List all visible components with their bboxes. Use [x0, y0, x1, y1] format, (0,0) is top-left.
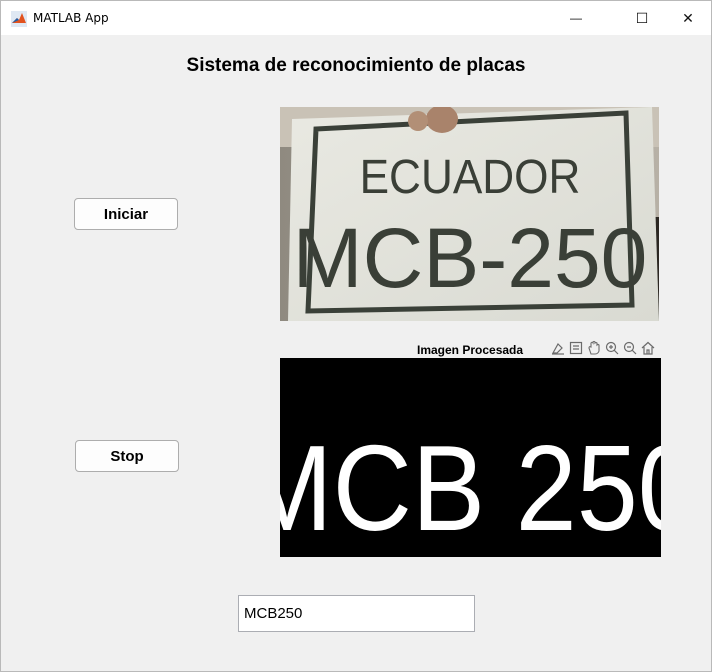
camera-plate-country: ECUADOR [360, 149, 581, 203]
title-bar: MATLAB App — ☐ ✕ [1, 1, 711, 35]
close-button[interactable]: ✕ [665, 1, 711, 35]
close-icon: ✕ [682, 9, 694, 26]
minimize-icon: — [570, 11, 582, 25]
processed-plate-image: MCB 250 [280, 358, 661, 557]
app-window: MATLAB App — ☐ ✕ Sistema de reconocimien… [0, 0, 712, 672]
processed-plate-text: MCB 250 [280, 420, 661, 557]
datatip-icon[interactable] [567, 338, 585, 358]
start-button[interactable]: Iniciar [74, 198, 178, 230]
camera-plate-photo: ECUADOR MCB-250 [280, 107, 659, 321]
window-title: MATLAB App [33, 11, 109, 25]
axes-toolbar [549, 338, 657, 358]
plate-result-field[interactable]: MCB250 [238, 595, 475, 632]
brush-icon[interactable] [549, 338, 567, 358]
app-title: Sistema de reconocimiento de placas [186, 55, 526, 76]
maximize-icon: ☐ [635, 9, 649, 26]
processed-image: MCB 250 [280, 358, 661, 557]
home-icon[interactable] [639, 338, 657, 358]
maximize-button[interactable]: ☐ [619, 1, 665, 35]
zoom-in-icon[interactable] [603, 338, 621, 358]
minimize-button[interactable]: — [553, 1, 599, 35]
camera-plate-number: MCB-250 [293, 211, 648, 305]
matlab-icon [11, 11, 27, 27]
zoom-out-icon[interactable] [621, 338, 639, 358]
stop-button[interactable]: Stop [75, 440, 179, 472]
camera-image: ECUADOR MCB-250 [280, 107, 659, 321]
processed-image-title: Imagen Procesada [417, 343, 524, 357]
pan-icon[interactable] [585, 338, 603, 358]
